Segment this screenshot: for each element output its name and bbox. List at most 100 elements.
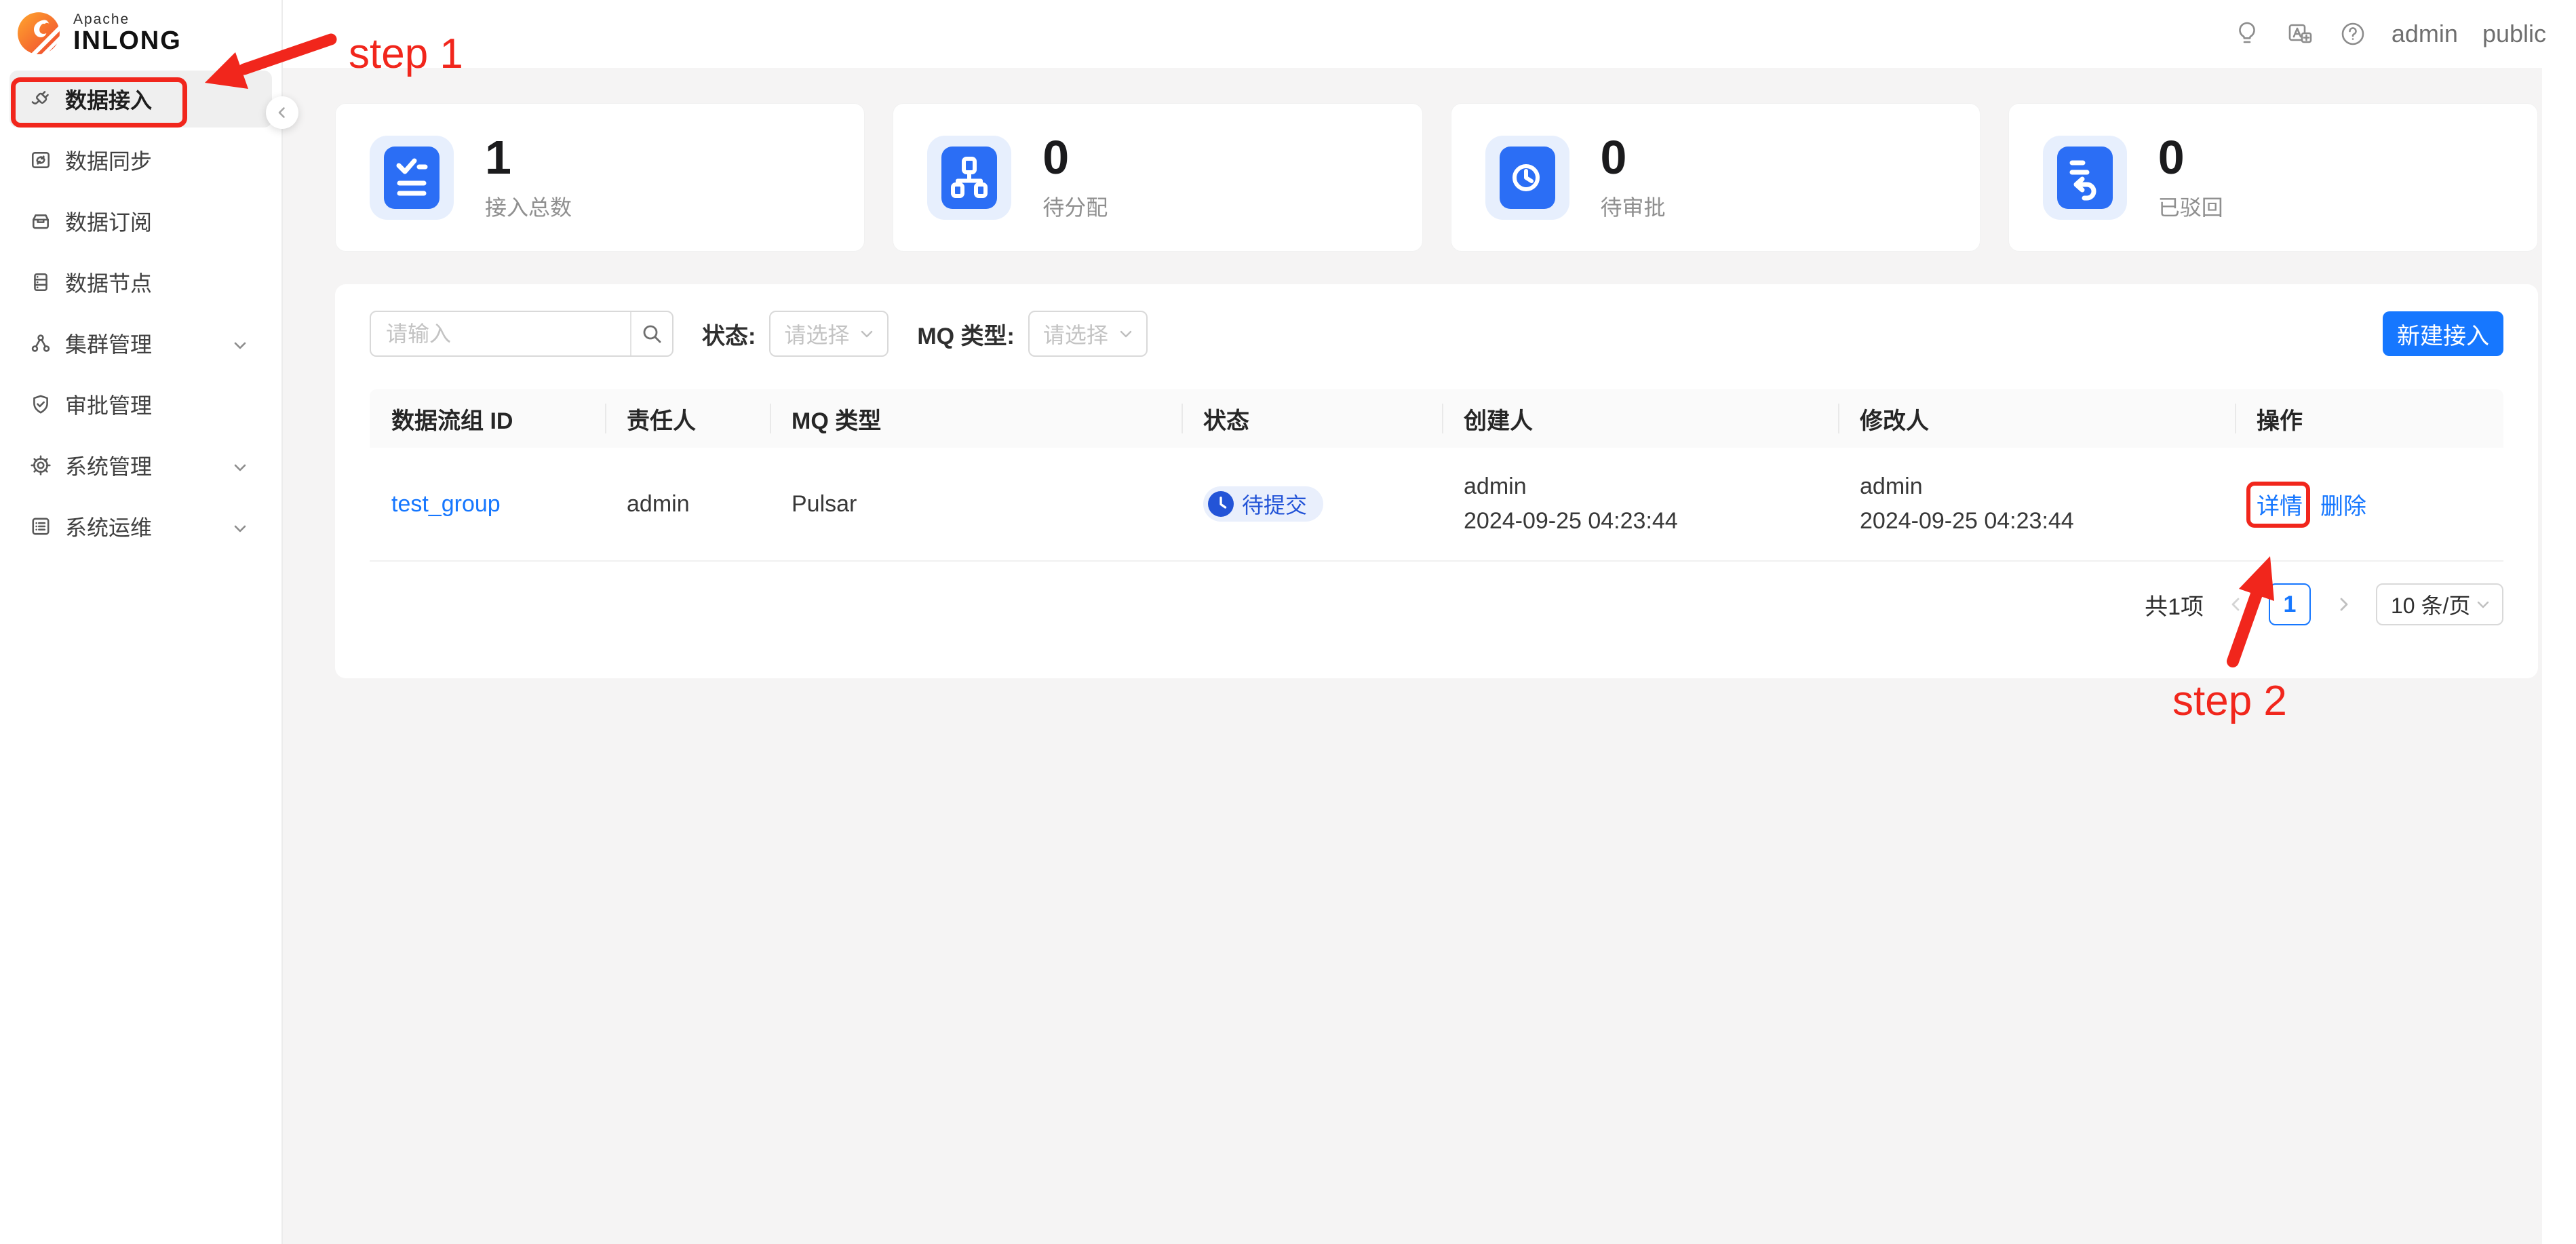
page-size-value: 10 条/页 [2391,589,2470,620]
org-chart-icon [927,136,1011,220]
doc-clock-icon [1485,136,1569,220]
stat-card-to-be-assigned: 0 待分配 [893,103,1422,252]
stat-label: 已驳回 [2158,191,2223,222]
stat-value: 1 [485,134,572,181]
search-icon[interactable] [630,312,672,355]
pagination-page-1[interactable]: 1 [2269,583,2311,625]
chevron-down-icon [231,334,249,352]
sidebar-item-label: 数据接入 [65,83,249,115]
create-time: 2024-09-25 04:23:44 [1464,507,1678,535]
search-input[interactable] [371,312,630,355]
brand-apache: Apache [73,12,182,28]
stat-value: 0 [1601,134,1666,181]
search-box [370,311,674,357]
mq-type-cell: Pulsar [770,448,1182,560]
chevron-down-icon [231,518,249,535]
scrollbar-gutter [2542,68,2576,1244]
topbar-username[interactable]: admin [2392,20,2458,48]
chevron-down-icon [231,456,249,474]
list-box-icon [30,516,52,537]
stat-card-pending-approval: 0 待审批 [1451,103,1980,252]
column-header-actions: 操作 [2235,389,2503,448]
lightbulb-icon[interactable] [2233,20,2261,48]
inlong-logo-icon [16,11,61,56]
sidebar-item-label: 系统运维 [65,511,231,542]
pagination-next-button[interactable] [2331,592,2356,617]
brand-name: INLONG [73,28,182,55]
stat-value: 0 [2158,134,2223,181]
sidebar-item-system-management[interactable]: 系统管理 [9,437,272,494]
modify-time: 2024-09-25 04:23:44 [1860,507,2074,535]
sidebar-menu: 数据接入 数据同步 数据订阅 数据节点 [0,71,281,559]
clock-icon [1208,491,1234,517]
delete-action-link[interactable]: 删除 [2320,488,2366,521]
column-header-creator: 创建人 [1442,389,1838,448]
column-header-modifier: 修改人 [1838,389,2235,448]
stat-label: 接入总数 [485,191,572,222]
pagination-total: 共1项 [2145,588,2204,621]
pagination-prev-button[interactable] [2224,592,2248,617]
pagination: 共1项 1 10 条/页 [2145,583,2503,625]
creator-cell: admin 2024-09-25 04:23:44 [1442,448,1838,560]
stat-label: 待审批 [1601,191,1666,222]
creator-name: admin [1464,473,1527,501]
sidebar-item-data-ingestion[interactable]: 数据接入 [9,71,272,128]
stat-card-rejected: 0 已驳回 [2008,103,2538,252]
chevron-down-icon [1118,326,1134,342]
stat-label: 待分配 [1042,191,1108,222]
database-node-icon [30,271,52,293]
owner-cell: admin [605,448,770,560]
column-header-owner: 责任人 [605,389,770,448]
sidebar-item-label: 数据订阅 [65,206,249,237]
group-list-panel: 状态: 请选择 MQ 类型: 请选择 新建接入 数据流组 ID 责任人 MQ 类… [335,284,2538,678]
sidebar-item-data-node[interactable]: 数据节点 [9,254,272,311]
sidebar-item-system-operations[interactable]: 系统运维 [9,498,272,555]
column-header-group-id: 数据流组 ID [370,389,605,448]
stat-value: 0 [1042,134,1108,181]
chevron-down-icon [2475,596,2491,613]
main-content: 1 接入总数 0 待分配 [283,68,2576,1244]
sidebar: Apache INLONG 数据接入 数据同步 [0,0,283,1244]
status-badge-label: 待提交 [1242,488,1307,520]
gear-icon [30,454,52,476]
subscribe-icon [30,210,52,232]
sync-icon [30,149,52,171]
mq-filter-label: MQ 类型: [917,317,1015,351]
shield-check-icon [30,393,52,415]
status-filter-select[interactable]: 请选择 [769,311,889,357]
translate-icon[interactable] [2286,20,2314,48]
sidebar-item-label: 审批管理 [65,389,249,420]
status-cell: 待提交 [1182,448,1442,560]
sidebar-item-label: 集群管理 [65,328,231,359]
status-filter-value: 请选择 [784,318,849,349]
topbar: admin public [283,0,2576,68]
sidebar-item-data-sync[interactable]: 数据同步 [9,132,272,189]
status-badge: 待提交 [1203,486,1323,522]
sidebar-collapse-button[interactable] [266,96,298,129]
sidebar-item-approval-management[interactable]: 审批管理 [9,376,272,433]
column-header-mq-type: MQ 类型 [770,389,1182,448]
sidebar-item-data-subscription[interactable]: 数据订阅 [9,193,272,250]
chevron-down-icon [859,326,875,342]
column-header-status: 状态 [1182,389,1442,448]
sidebar-item-label: 数据节点 [65,267,249,298]
table-row: test_group admin Pulsar 待提交 admin 2024-0… [370,448,2503,562]
page-size-select[interactable]: 10 条/页 [2376,583,2503,625]
detail-action-link[interactable]: 详情 [2257,488,2303,521]
cluster-icon [30,332,52,354]
sidebar-item-label: 系统管理 [65,450,231,481]
plug-icon [30,88,52,110]
doc-return-icon [2043,136,2127,220]
stat-card-total-ingestions: 1 接入总数 [335,103,865,252]
sidebar-item-label: 数据同步 [65,144,249,176]
sidebar-item-cluster-management[interactable]: 集群管理 [9,315,272,372]
topbar-tenant[interactable]: public [2482,20,2546,48]
status-filter-label: 状态: [702,317,756,351]
mq-filter-select[interactable]: 请选择 [1028,311,1148,357]
stats-row: 1 接入总数 0 待分配 [335,103,2538,252]
modifier-name: admin [1860,473,1923,501]
table-header-row: 数据流组 ID 责任人 MQ 类型 状态 创建人 修改人 操作 [370,389,2503,448]
help-circle-icon[interactable] [2339,20,2367,48]
create-ingestion-button[interactable]: 新建接入 [2383,311,2503,356]
group-id-link[interactable]: test_group [391,491,501,518]
